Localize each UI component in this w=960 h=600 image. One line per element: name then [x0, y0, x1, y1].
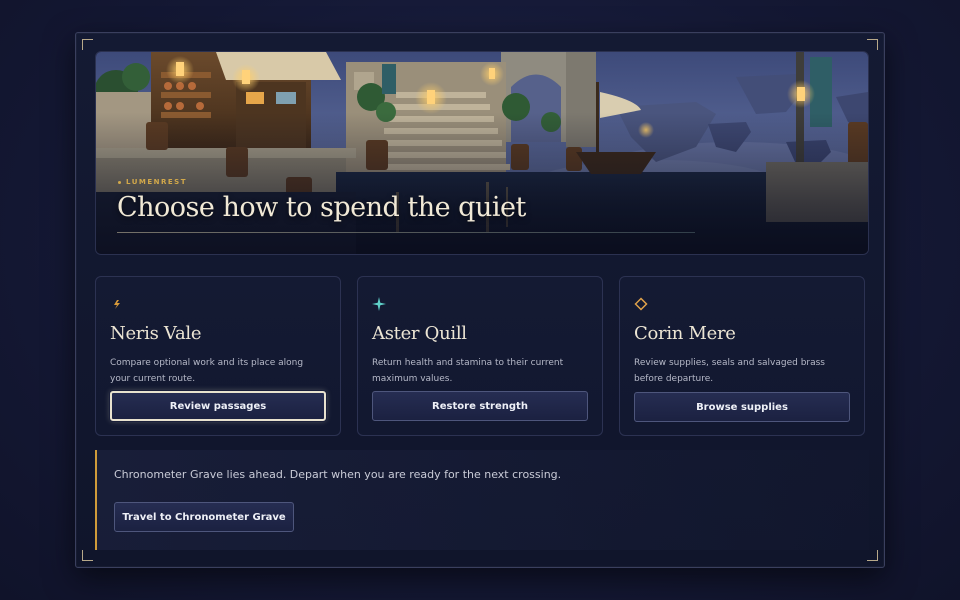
activity-card-neris-vale: Neris Vale Compare optional work and its…: [95, 276, 341, 436]
travel-message: Chronometer Grave lies ahead. Depart whe…: [114, 468, 562, 481]
review-passages-button[interactable]: Review passages: [110, 391, 326, 421]
location-name: LUMENREST: [126, 178, 187, 186]
activity-card-aster-quill: Aster Quill Return health and stamina to…: [357, 276, 603, 436]
card-description: Compare optional work and its place alon…: [110, 358, 304, 384]
card-title: Corin Mere: [634, 323, 736, 344]
rest-panel: LUMENREST Choose how to spend the quiet …: [75, 32, 885, 568]
activity-card-corin-mere: Corin Mere Review supplies, seals and sa…: [619, 276, 865, 436]
card-title: Neris Vale: [110, 323, 202, 344]
page-title: Choose how to spend the quiet: [117, 192, 526, 223]
lightning-icon: [114, 300, 120, 309]
location-label: LUMENREST: [118, 178, 187, 186]
restore-strength-button[interactable]: Restore strength: [372, 391, 588, 421]
browse-supplies-button[interactable]: Browse supplies: [634, 392, 850, 422]
sparkle-icon: [372, 297, 386, 311]
frame-corner-ornament: [867, 550, 878, 561]
bullet-dot-icon: [118, 180, 121, 184]
hero-banner: LUMENREST Choose how to spend the quiet: [95, 51, 869, 255]
diamond-icon: [634, 297, 648, 311]
travel-button[interactable]: Travel to Chronometer Grave: [114, 502, 294, 532]
title-divider: [117, 232, 695, 233]
card-title: Aster Quill: [372, 323, 467, 344]
hero-shade-overlay: [96, 52, 868, 254]
travel-banner: Chronometer Grave lies ahead. Depart whe…: [95, 450, 869, 550]
frame-corner-ornament: [82, 550, 93, 561]
frame-corner-ornament: [82, 39, 93, 50]
frame-corner-ornament: [867, 39, 878, 50]
card-description: Review supplies, seals and salvaged bras…: [634, 358, 825, 384]
card-description: Return health and stamina to their curre…: [372, 358, 564, 384]
